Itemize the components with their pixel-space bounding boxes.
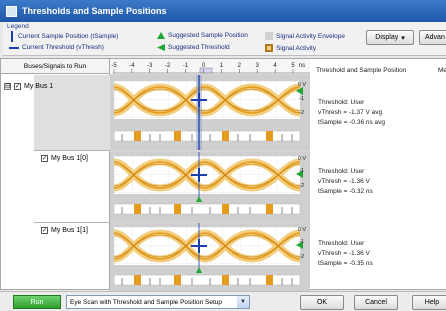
threshold-mode: Threshold: User xyxy=(318,168,365,175)
run-button[interactable]: Run xyxy=(13,295,61,309)
info-my-bus-1-0: Threshold: User vThresh = -1.36 V tSampl… xyxy=(318,167,373,197)
plot1-volt-top: 0 V xyxy=(298,82,307,88)
legend-suggested-threshold: Suggested Threshold xyxy=(157,44,230,51)
tree-item-label: My Bus 1[0] xyxy=(51,155,88,162)
activity-swatch-icon xyxy=(265,44,273,52)
legend-current-sample: Current Sample Position (tSample) xyxy=(9,31,118,42)
time-ruler xyxy=(110,59,310,74)
plot2-volt-top: 0 V xyxy=(298,156,307,162)
mode-select[interactable]: Eye Scan with Threshold and Sample Posit… xyxy=(66,295,250,309)
plot3-volt-top: 0 V xyxy=(298,227,307,233)
mode-select-value: Eye Scan with Threshold and Sample Posit… xyxy=(70,298,222,306)
buses-panel-header: Buses/Signals to Run xyxy=(1,59,109,74)
row-separator xyxy=(34,150,111,151)
vthresh-value: vThresh = -1.36 V xyxy=(318,250,370,257)
legend-suggested-sample: Suggested Sample Position xyxy=(157,32,248,39)
checkbox-my-bus-1-0[interactable]: ✓ xyxy=(41,155,48,162)
advanced-button[interactable]: Advan xyxy=(419,30,446,45)
vthresh-value: vThresh = -1.36 V xyxy=(318,178,370,185)
legend-current-threshold: Current Threshold (vThresh) xyxy=(9,44,104,51)
tsample-value: tSample = -0.35 ns xyxy=(318,260,373,267)
bottom-bar: Run Eye Scan with Threshold and Sample P… xyxy=(0,291,446,311)
eye-plot-my-bus-1 xyxy=(110,75,310,150)
triangle-left-icon xyxy=(157,44,165,51)
legend-panel: Legend Current Sample Position (tSample)… xyxy=(3,22,446,56)
plot1-volt-mid: -1 xyxy=(299,96,304,102)
info-header: Threshold and Sample Position xyxy=(316,67,407,74)
tree-item-label: My Bus 1 xyxy=(24,83,54,90)
info-my-bus-1: Threshold: User vThresh = -1.37 V avg tS… xyxy=(318,98,385,128)
plot2-volt-bot: -2 xyxy=(299,183,304,189)
plot3-volt-mid: -1 xyxy=(299,239,304,245)
plot2-volt-mid: -1 xyxy=(299,168,304,174)
tree-item-my-bus-1-0[interactable]: ✓ My Bus 1[0] xyxy=(41,155,88,162)
collapse-icon[interactable]: ⊟ xyxy=(4,83,11,90)
eye-plot-my-bus-1-1 xyxy=(110,223,310,291)
ruler-unit: ns xyxy=(299,63,305,69)
ruler-tick-label: -5 xyxy=(111,63,117,69)
threshold-info-panel: Threshold and Sample Position Me Thresho… xyxy=(310,58,446,290)
ok-button[interactable]: OK xyxy=(300,295,344,310)
ruler-tick-label: -3 xyxy=(147,63,153,69)
envelope-swatch-icon xyxy=(265,32,273,40)
tree-item-my-bus-1[interactable]: ⊟ ✓ My Bus 1 xyxy=(4,83,53,90)
eye-diagram-svg: -5 -4 -3 -2 -1 0 1 2 3 4 5 ns 0 V -1 -2 … xyxy=(110,59,310,291)
legend-activity-envelope: Signal Activity Envelope xyxy=(265,32,345,40)
tree-item-my-bus-1-1[interactable]: ✓ My Bus 1[1] xyxy=(41,227,88,234)
tsample-value: tSample = -0.36 ns avg xyxy=(318,119,386,126)
tsample-value: tSample = -0.32 ns xyxy=(318,188,373,195)
window-title: Thresholds and Sample Positions xyxy=(22,6,167,16)
display-button[interactable]: Display ▾ xyxy=(366,30,414,45)
checkbox-my-bus-1[interactable]: ✓ xyxy=(14,83,21,90)
vthresh-value: vThresh = -1.37 V avg xyxy=(318,109,383,116)
threshold-line-icon xyxy=(9,46,19,49)
triangle-up-icon xyxy=(157,32,165,39)
chevron-down-icon[interactable]: ▼ xyxy=(237,296,249,308)
plot3-volt-bot: -2 xyxy=(299,254,304,260)
eye-plot-my-bus-1-0 xyxy=(110,152,310,222)
checkbox-my-bus-1-1[interactable]: ✓ xyxy=(41,227,48,234)
info-header-extra: Me xyxy=(438,67,446,74)
info-my-bus-1-1: Threshold: User vThresh = -1.36 V tSampl… xyxy=(318,239,373,269)
cancel-button[interactable]: Cancel xyxy=(354,295,398,310)
ruler-tick-label: -2 xyxy=(165,63,171,69)
ruler-tick-label: -4 xyxy=(129,63,135,69)
eye-diagram-area: -5 -4 -3 -2 -1 0 1 2 3 4 5 ns 0 V -1 -2 … xyxy=(110,58,310,291)
tree-item-label: My Bus 1[1] xyxy=(51,227,88,234)
row-separator xyxy=(34,222,111,223)
sample-position-icon xyxy=(11,31,13,42)
buses-signals-panel: Buses/Signals to Run ⊟ ✓ My Bus 1 ✓ My B… xyxy=(0,58,111,290)
legend-title: Legend xyxy=(7,23,29,30)
legend-signal-activity: Signal Activity xyxy=(265,44,316,52)
threshold-mode: Threshold: User xyxy=(318,240,365,247)
threshold-mode: Threshold: User xyxy=(318,99,365,106)
app-icon xyxy=(6,5,17,17)
help-button[interactable]: Help xyxy=(412,295,446,310)
plot1-volt-bot: -2 xyxy=(299,110,304,116)
title-bar: Thresholds and Sample Positions xyxy=(0,0,446,22)
ruler-tick-label: -1 xyxy=(183,63,189,69)
dropdown-arrow-icon: ▾ xyxy=(401,34,405,42)
